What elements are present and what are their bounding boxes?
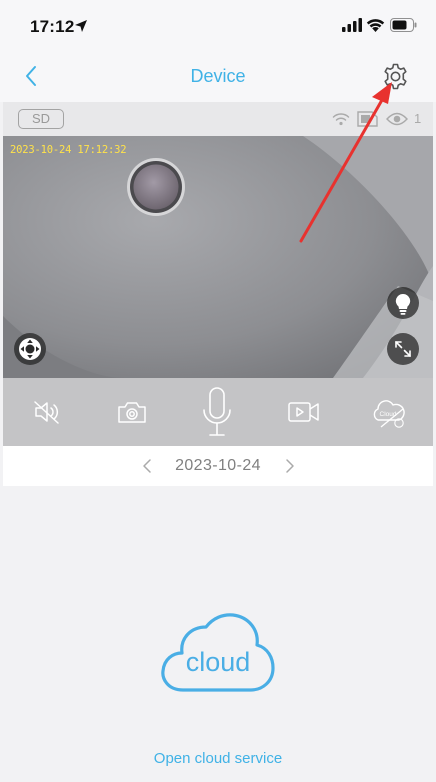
selected-date[interactable]: 2023-10-24 — [3, 457, 433, 475]
cloud-disabled-icon: Cloud — [373, 400, 405, 428]
next-date-button[interactable] — [284, 458, 296, 474]
snapshot-camera-icon — [118, 402, 146, 423]
gear-icon — [384, 63, 407, 90]
camera-feed-image — [3, 136, 433, 378]
battery-icon — [390, 18, 417, 32]
camera-toolbar: Cloud — [3, 378, 433, 446]
mute-speaker-icon — [34, 401, 59, 424]
status-bar: 17:12 — [0, 0, 436, 50]
mute-button[interactable] — [32, 399, 62, 425]
settings-button[interactable] — [381, 62, 410, 91]
record-button[interactable] — [287, 399, 321, 425]
location-arrow-icon — [75, 20, 87, 32]
ptz-control-button[interactable] — [14, 333, 46, 365]
viewer-count: 1 — [414, 111, 422, 126]
eye-icon — [386, 112, 408, 126]
quality-toggle-button[interactable]: SD — [18, 109, 64, 129]
page-title: Device — [190, 66, 246, 86]
camera-live-feed[interactable]: 2023-10-24 17:12:32 — [3, 136, 433, 378]
sd-card-icon — [357, 111, 378, 127]
record-video-icon — [288, 402, 319, 422]
microphone-icon — [203, 387, 231, 436]
status-time: 17:12 — [30, 17, 75, 36]
cellular-signal-icon — [342, 18, 362, 32]
chevron-right-icon — [286, 459, 294, 473]
lightbulb-icon — [395, 293, 411, 315]
date-selector: 2023-10-24 — [3, 446, 433, 486]
cloud-icon-label: cloud — [185, 647, 251, 677]
video-timestamp: 2023-10-24 17:12:32 — [10, 144, 127, 156]
light-toggle-button[interactable] — [387, 287, 419, 319]
snapshot-button[interactable] — [117, 399, 147, 425]
talk-button[interactable] — [200, 386, 234, 440]
cloud-storage-button[interactable]: Cloud — [369, 396, 407, 430]
nav-bar: Device — [0, 50, 436, 102]
camera-info-bar: SD 1 — [3, 102, 433, 136]
ptz-joystick-icon — [19, 338, 41, 360]
wifi-signal-icon — [332, 113, 350, 126]
fullscreen-icon — [395, 341, 411, 357]
wifi-icon — [366, 19, 385, 32]
open-cloud-service-link[interactable]: Open cloud service — [0, 750, 436, 767]
fullscreen-button[interactable] — [387, 333, 419, 365]
